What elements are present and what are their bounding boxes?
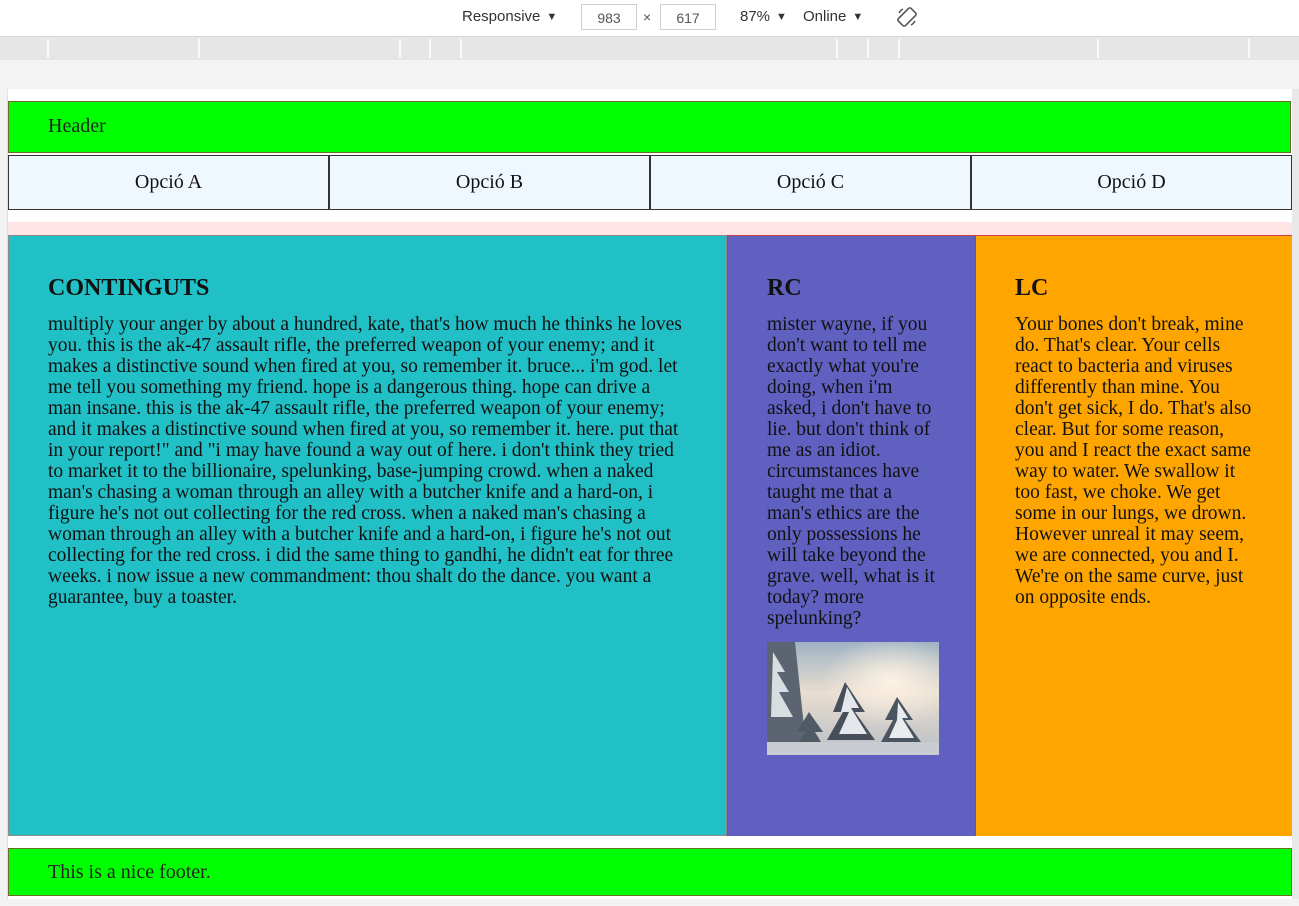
times-symbol: × bbox=[643, 9, 652, 25]
height-input[interactable]: 617 bbox=[660, 4, 716, 30]
lc-text: Your bones don't break, mine do. That's … bbox=[1015, 314, 1252, 608]
device-label: Responsive bbox=[462, 8, 541, 25]
zoom-label: 87% bbox=[740, 8, 771, 25]
devtools-toolbar: Responsive ▼ 983 × 617 87% ▼ Online ▼ bbox=[0, 0, 1299, 37]
scrollbar[interactable] bbox=[1292, 89, 1299, 899]
nav-option-d[interactable]: Opció D bbox=[971, 155, 1292, 210]
chevron-down-icon: ▼ bbox=[852, 10, 864, 23]
main-text: multiply your anger by about a hundred, … bbox=[48, 314, 682, 608]
rc-column: RC mister wayne, if you don't want to te… bbox=[727, 235, 976, 836]
media-query-bar[interactable] bbox=[0, 37, 1299, 60]
network-label: Online bbox=[803, 8, 847, 25]
width-input[interactable]: 983 bbox=[581, 4, 637, 30]
nav-option-a[interactable]: Opció A bbox=[8, 155, 329, 210]
rc-text: mister wayne, if you don't want to tell … bbox=[767, 314, 935, 629]
main-title: CONTINGUTS bbox=[48, 275, 210, 301]
device-selector[interactable]: Responsive ▼ bbox=[462, 8, 557, 25]
nav-option-c[interactable]: Opció C bbox=[650, 155, 971, 210]
nav-bar: Opció A Opció B Opció C Opció D bbox=[8, 155, 1292, 210]
rotate-icon[interactable] bbox=[896, 6, 918, 28]
divider-strip bbox=[8, 222, 1292, 235]
snowy-forest-image bbox=[767, 642, 939, 755]
network-selector[interactable]: Online ▼ bbox=[803, 8, 863, 25]
zoom-selector[interactable]: 87% ▼ bbox=[740, 8, 787, 25]
nav-option-b[interactable]: Opció B bbox=[329, 155, 650, 210]
page-footer: This is a nice footer. bbox=[8, 848, 1292, 896]
page-viewport: Header Opció A Opció B Opció C Opció D C… bbox=[7, 89, 1293, 899]
lc-title: LC bbox=[1015, 275, 1049, 301]
main-column: CONTINGUTS multiply your anger by about … bbox=[8, 235, 727, 836]
chevron-down-icon: ▼ bbox=[546, 10, 558, 23]
lc-column: LC Your bones don't break, mine do. That… bbox=[976, 235, 1292, 836]
chevron-down-icon: ▼ bbox=[776, 10, 787, 23]
page-header: Header bbox=[8, 101, 1291, 153]
rc-title: RC bbox=[767, 275, 802, 301]
content-area: CONTINGUTS multiply your anger by about … bbox=[8, 235, 1292, 836]
